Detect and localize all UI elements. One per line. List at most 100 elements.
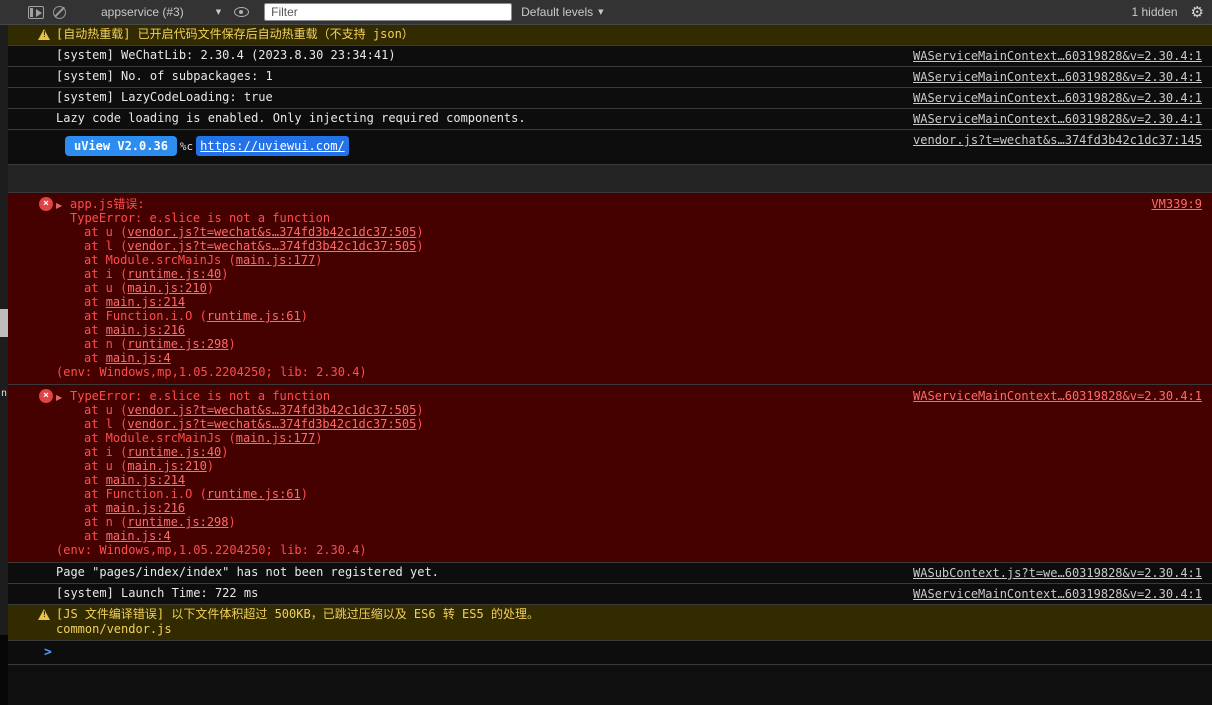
source-location-link[interactable]: vendor.js?t=wechat&s…374fd3b42c1dc37:145 [913,133,1202,148]
source-location-link[interactable]: WAServiceMainContext…60319828&v=2.30.4:1 [913,389,1202,403]
stack-frame-link[interactable]: vendor.js?t=wechat&s…374fd3b42c1dc37:505 [127,239,416,253]
stack-frame-link[interactable]: main.js:177 [236,253,315,267]
stack-frame-text: ) [315,253,323,267]
stack-frame-text: at l ( [84,239,128,253]
console-sidebar-toggle-icon[interactable] [28,5,44,19]
filter-input[interactable] [264,3,513,21]
stack-frame: at i (runtime.js:40) [56,267,1204,281]
stack-frame-text: at [84,295,106,309]
expand-triangle-icon[interactable]: ▶ [56,391,62,405]
stack-frame-text: at u ( [84,403,128,417]
stack-frame-text: at u ( [84,225,128,239]
settings-gear-icon[interactable]: ⚙ [1191,4,1204,20]
source-location-link[interactable]: WAServiceMainContext…60319828&v=2.30.4:1 [913,70,1202,85]
error-env-text: (env: Windows,mp,1.05.2204250; lib: 2.30… [56,543,367,557]
stack-frame-text: at [84,351,106,365]
log-text: [system] Launch Time: 722 ms [56,586,259,600]
stack-frame-link[interactable]: main.js:214 [106,473,185,487]
format-specifier-text: %c [179,140,194,153]
log-text: [system] WeChatLib: 2.30.4 (2023.8.30 23… [56,48,396,62]
console-messages-pane: ! [自动热重载] 已开启代码文件保存后自动热重载（不支持 json） [syste… [8,25,1212,705]
stack-frame-text: at i ( [84,267,128,281]
stack-frame: at main.js:4 [56,351,1204,365]
stack-frame-text: at [84,323,106,337]
stack-frame-text: at i ( [84,445,128,459]
error-icon: × [39,389,53,403]
stack-frame: at main.js:216 [56,323,1204,337]
source-location-link[interactable]: WAServiceMainContext…60319828&v=2.30.4:1 [913,587,1202,602]
stack-frame-text: ) [416,239,424,253]
warning-icon: ! [38,609,50,620]
execution-context-label: appservice (#3) [101,5,184,19]
stack-frame-link[interactable]: main.js:216 [106,501,185,515]
warning-text: [JS 文件编译错误] 以下文件体积超过 500KB，已跳过压缩以及 ES6 转… [56,607,539,621]
stack-frame: at u (main.js:210) [56,281,1204,295]
source-location-link[interactable]: WAServiceMainContext…60319828&v=2.30.4:1 [913,112,1202,127]
scrollbar-thumb[interactable] [0,309,8,337]
stack-frame-link[interactable]: main.js:214 [106,295,185,309]
stack-frame: at n (runtime.js:298) [56,337,1204,351]
stack-frame-text: ) [416,403,424,417]
error-icon: × [39,197,53,211]
error-env-text: (env: Windows,mp,1.05.2204250; lib: 2.30… [56,365,367,379]
stack-frame-text: ) [206,281,215,295]
console-message-log: [system] Launch Time: 722 ms WAServiceMai… [8,584,1212,605]
stack-frame: at l (vendor.js?t=wechat&s…374fd3b42c1dc… [56,239,1204,253]
stack-frame: at main.js:216 [56,501,1204,515]
log-levels-dropdown[interactable]: Default levels ▼ [521,5,603,19]
stack-frame-link[interactable]: runtime.js:40 [127,445,221,459]
console-input[interactable]: > [8,641,1212,665]
stack-frame-link[interactable]: runtime.js:61 [207,487,301,501]
stack-frame-link[interactable]: main.js:4 [106,351,171,365]
console-toolbar: appservice (#3) ▼ Default levels ▼ 1 hid… [0,0,1212,25]
stack-frame: at main.js:4 [56,529,1204,543]
source-location-link[interactable]: VM339:9 [1151,197,1202,211]
source-location-link[interactable]: WAServiceMainContext…60319828&v=2.30.4:1 [913,49,1202,64]
error-header: ▶ app.js错误: [56,197,1204,211]
execution-context-selector[interactable]: appservice (#3) ▼ [101,5,221,19]
stack-frame-text: at [84,529,106,543]
source-location-link[interactable]: WASubContext.js?t=we…60319828&v=2.30.4:1 [913,566,1202,581]
stack-frame: at main.js:214 [56,473,1204,487]
source-location-link[interactable]: WAServiceMainContext…60319828&v=2.30.4:1 [913,91,1202,106]
error-header-text: app.js错误: [70,197,145,211]
stack-frame-link[interactable]: main.js:210 [127,459,206,473]
chevron-down-icon: ▼ [215,8,222,16]
left-edge-strip: n [0,25,8,705]
stack-frame-link[interactable]: main.js:177 [236,431,315,445]
console-message-log: [system] No. of subpackages: 1 WAServiceM… [8,67,1212,88]
stack-frame-link[interactable]: runtime.js:40 [127,267,221,281]
console-message-warn: ! [自动热重载] 已开启代码文件保存后自动热重载（不支持 json） [8,25,1212,46]
stack-frame: at l (vendor.js?t=wechat&s…374fd3b42c1dc… [56,417,1204,431]
warning-text: [自动热重载] 已开启代码文件保存后自动热重载（不支持 json） [56,27,414,41]
expand-triangle-icon[interactable]: ▶ [56,199,62,213]
stack-frame: at main.js:214 [56,295,1204,309]
stack-frame-link[interactable]: runtime.js:298 [127,515,228,529]
stack-frame-text: ) [416,417,424,431]
stack-frame-link[interactable]: vendor.js?t=wechat&s…374fd3b42c1dc37:505 [127,225,416,239]
log-text: [system] No. of subpackages: 1 [56,69,273,83]
stack-frame-text: at Module.srcMainJs ( [84,431,236,445]
clear-console-icon[interactable] [53,5,66,19]
stack-frame-text: ) [206,459,215,473]
console-message-log: Lazy code loading is enabled. Only injec… [8,109,1212,130]
stack-frame-link[interactable]: runtime.js:61 [207,309,301,323]
console-messages-list: ! [自动热重载] 已开启代码文件保存后自动热重载（不支持 json） [syste… [8,25,1212,641]
stack-frame-text: ) [300,487,308,501]
stack-frame-link[interactable]: main.js:210 [127,281,206,295]
console-prompt-chevron: > [44,645,52,660]
log-text: [system] LazyCodeLoading: true [56,90,273,104]
hidden-messages-count: 1 hidden [1131,5,1178,19]
stack-frame-link[interactable]: main.js:216 [106,323,185,337]
stack-frame-link[interactable]: vendor.js?t=wechat&s…374fd3b42c1dc37:505 [127,417,416,431]
stack-frame-text: at n ( [84,515,128,529]
stack-frame-text: at u ( [84,459,128,473]
stack-frame-link[interactable]: main.js:4 [106,529,171,543]
warning-icon: ! [38,29,50,40]
stack-frame-link[interactable]: runtime.js:298 [127,337,228,351]
clipped-text-fragment: n [1,388,8,399]
stack-frame-link[interactable]: vendor.js?t=wechat&s…374fd3b42c1dc37:505 [127,403,416,417]
uview-site-link[interactable]: https://uviewui.com/ [196,136,349,156]
live-expression-eye-icon[interactable] [234,7,250,17]
log-text: Page "pages/index/index" has not been re… [56,565,439,579]
